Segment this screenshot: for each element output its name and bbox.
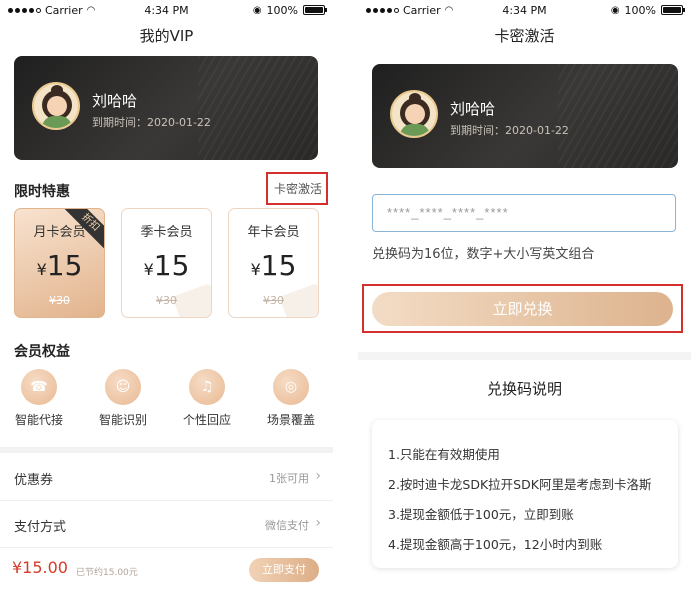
battery-icon bbox=[661, 5, 685, 15]
benefit-personal-reply[interactable]: ♫ 个性回应 bbox=[172, 369, 242, 428]
expiry-date: 到期时间：2020-01-22 bbox=[450, 124, 569, 137]
battery-icon bbox=[303, 5, 327, 15]
payment-method-row[interactable]: 支付方式 微信支付 › bbox=[0, 502, 333, 548]
benefit-recognition[interactable]: ☺ 智能识别 bbox=[88, 369, 158, 428]
plan-name: 年卡会员 bbox=[247, 225, 300, 240]
user-icon: ☺ bbox=[105, 369, 141, 405]
payment-value: 微信支付 bbox=[265, 519, 309, 532]
vip-card: 刘哈哈 到期时间：2020-01-22 bbox=[14, 56, 318, 160]
benefit-label: 智能代接 bbox=[14, 413, 63, 427]
explain-line: 4.提现金额高于100元，12小时内到账 bbox=[388, 537, 603, 552]
headset-icon: ♫ bbox=[189, 369, 225, 405]
plan-price: ¥15 bbox=[143, 249, 190, 282]
benefits-title: 会员权益 bbox=[14, 344, 70, 360]
coupon-row[interactable]: 优惠券 1张可用 › bbox=[0, 455, 333, 501]
plan-original-price: ¥30 bbox=[263, 294, 284, 307]
card-activate-link[interactable]: 卡密激活 bbox=[266, 172, 329, 205]
plan-yearly[interactable]: 年卡会员 ¥15 ¥30 bbox=[228, 208, 319, 318]
phone-icon: ☎ bbox=[21, 369, 57, 405]
avatar bbox=[390, 90, 438, 138]
explain-line: 1.只能在有效期使用 bbox=[388, 447, 500, 462]
expiry-date: 到期时间：2020-01-22 bbox=[92, 116, 211, 129]
total-amount: ¥15.00 bbox=[12, 558, 68, 577]
redeem-highlight: 立即兑换 bbox=[362, 284, 683, 333]
benefit-label: 个性回应 bbox=[182, 413, 231, 427]
benefit-label: 智能识别 bbox=[98, 413, 147, 427]
plan-price: ¥15 bbox=[36, 249, 83, 282]
page-title: 卡密激活 bbox=[494, 27, 555, 45]
pay-bar: ¥15.00 已节约15.00元 立即支付 bbox=[0, 548, 333, 592]
plan-price: ¥15 bbox=[250, 249, 297, 282]
plan-quarterly[interactable]: 季卡会员 ¥15 ¥30 bbox=[121, 208, 212, 318]
user-name: 刘哈哈 bbox=[92, 92, 138, 110]
plan-name: 月卡会员 bbox=[33, 225, 86, 240]
plan-monthly[interactable]: 折扣 月卡会员 ¥15 ¥30 bbox=[14, 208, 105, 318]
coupon-label: 优惠券 bbox=[14, 473, 54, 488]
offers-title: 限时特惠 bbox=[14, 184, 70, 200]
explain-title: 兑换码说明 bbox=[486, 380, 562, 398]
status-time: 4:34 PM bbox=[502, 3, 547, 17]
status-bar: Carrier ◠ 4:34 PM ◉ 100% bbox=[358, 0, 691, 20]
vip-screen: Carrier ◠ 4:34 PM ◉ 100% 我的VIP 刘哈哈 到期时间：… bbox=[0, 0, 333, 592]
benefit-auto-answer[interactable]: ☎ 智能代接 bbox=[4, 369, 74, 428]
payment-label: 支付方式 bbox=[14, 520, 67, 535]
explain-line: 2.按时迪卡龙SDK拉开SDK阿里是考虑到卡洛斯 bbox=[388, 477, 652, 492]
benefit-label: 场景覆盖 bbox=[266, 413, 315, 427]
vip-card: 刘哈哈 到期时间：2020-01-22 bbox=[372, 64, 678, 168]
saved-amount: 已节约15.00元 bbox=[76, 568, 138, 578]
plan-name: 季卡会员 bbox=[140, 225, 193, 240]
section-divider bbox=[0, 447, 333, 453]
redeem-code-input[interactable]: ****_****_****_**** bbox=[372, 194, 676, 232]
status-bar: Carrier ◠ 4:34 PM ◉ 100% bbox=[0, 0, 333, 20]
location-icon: ◎ bbox=[273, 369, 309, 405]
code-format-hint: 兑换码为16位，数字+大小写英文组合 bbox=[372, 247, 595, 262]
coupon-value: 1张可用 bbox=[269, 472, 309, 485]
chevron-right-icon: › bbox=[315, 515, 321, 531]
status-time: 4:34 PM bbox=[144, 3, 189, 17]
explain-box: 1.只能在有效期使用 2.按时迪卡龙SDK拉开SDK阿里是考虑到卡洛斯 3.提现… bbox=[372, 420, 678, 568]
page-title: 我的VIP bbox=[139, 27, 194, 45]
plan-original-price: ¥30 bbox=[49, 294, 70, 307]
explain-line: 3.提现金额低于100元，立即到账 bbox=[388, 507, 574, 522]
avatar bbox=[32, 82, 80, 130]
plan-original-price: ¥30 bbox=[156, 294, 177, 307]
redeem-now-button[interactable]: 立即兑换 bbox=[372, 292, 673, 326]
section-divider bbox=[358, 352, 691, 360]
pay-now-button[interactable]: 立即支付 bbox=[249, 558, 319, 582]
user-name: 刘哈哈 bbox=[450, 100, 496, 118]
chevron-right-icon: › bbox=[315, 468, 321, 484]
benefit-scene-coverage[interactable]: ◎ 场景覆盖 bbox=[256, 369, 326, 428]
